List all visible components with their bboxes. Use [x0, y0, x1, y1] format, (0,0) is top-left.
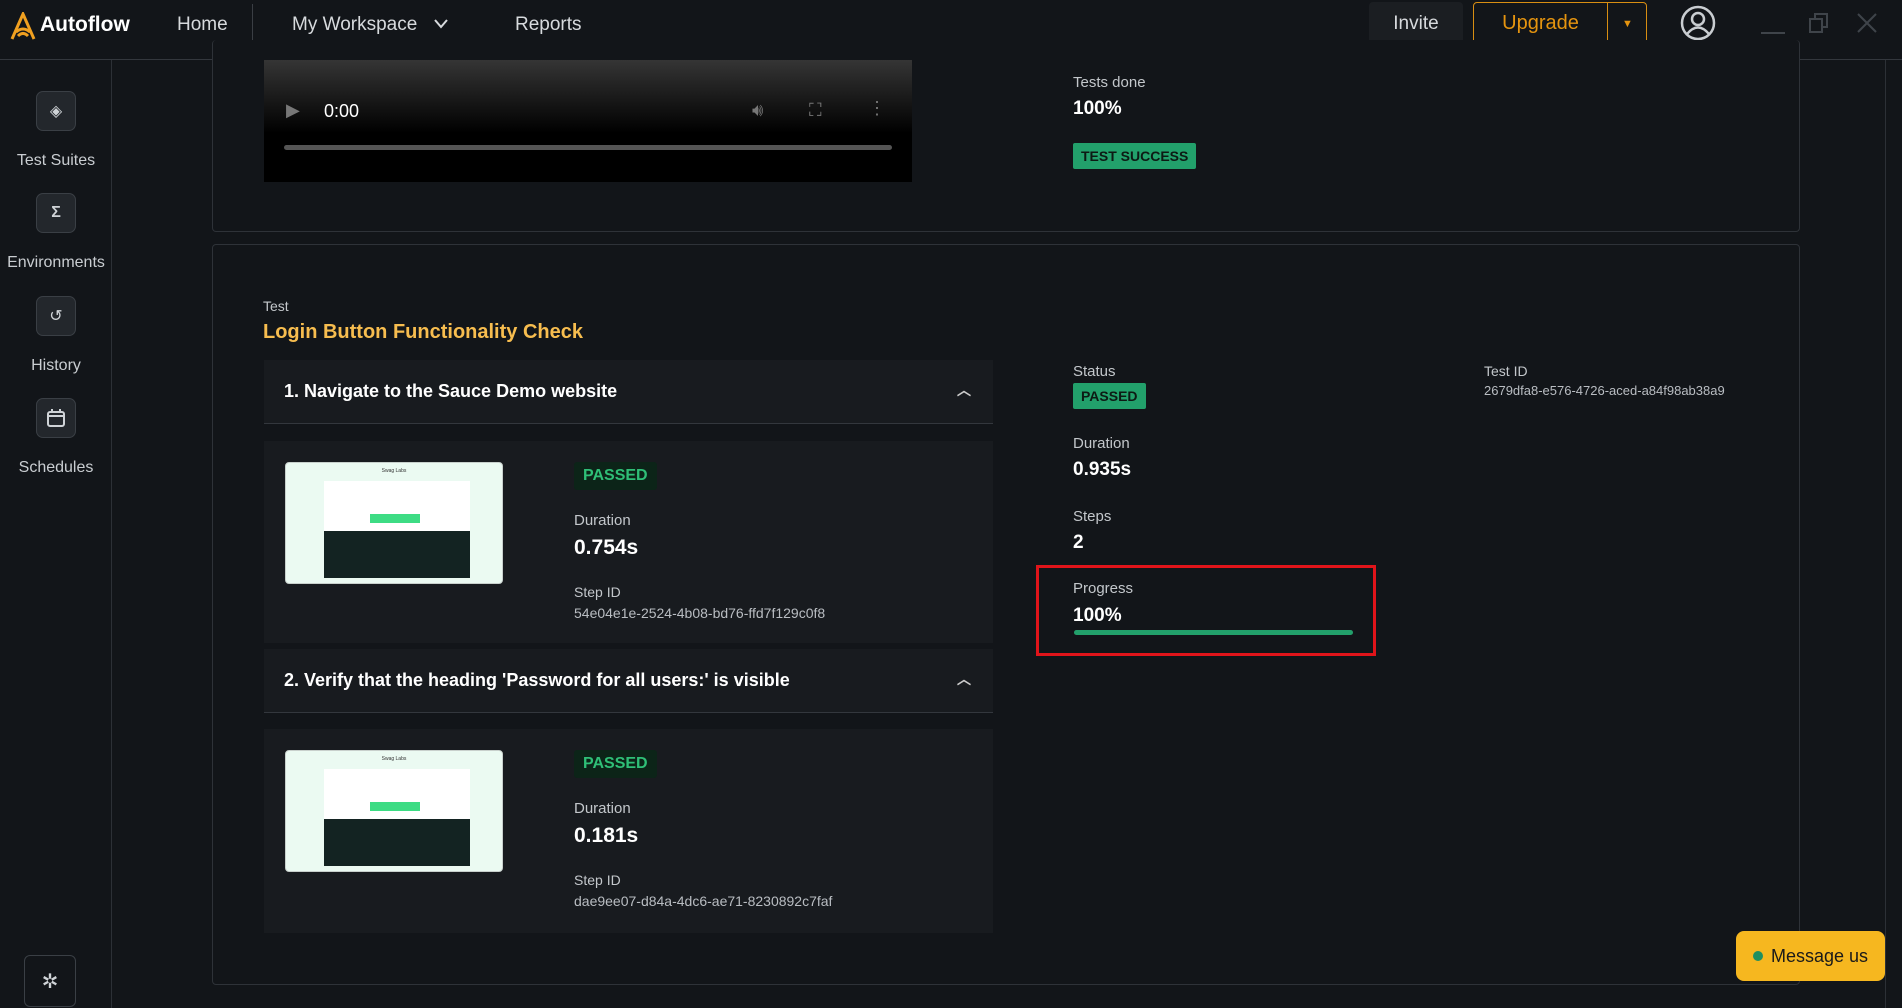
- bug-report-button[interactable]: ✲: [24, 955, 76, 1007]
- invite-button[interactable]: Invite: [1369, 2, 1463, 45]
- upgrade-button[interactable]: Upgrade: [1474, 3, 1608, 44]
- tests-done-value: 100%: [1073, 98, 1122, 119]
- more-options-icon[interactable]: ⋮: [868, 98, 886, 119]
- sidebar-label: History: [31, 357, 81, 374]
- video-player[interactable]: ▶ 0:00 🔊︎ ⛶ ⋮: [264, 60, 912, 182]
- sidebar-label: Schedules: [18, 459, 94, 476]
- run-summary-card: ▶ 0:00 🔊︎ ⛶ ⋮ Tests done 100% TEST SUCCE…: [212, 40, 1800, 232]
- tests-done-label: Tests done: [1073, 74, 1146, 91]
- step-body-2: Swag Labs PASSED Duration 0.181s Step ID…: [264, 729, 993, 933]
- status-badge: PASSED: [1073, 383, 1146, 409]
- restore-icon[interactable]: [1808, 12, 1830, 34]
- video-time: 0:00: [324, 101, 360, 121]
- upgrade-dropdown-caret-icon[interactable]: ▼: [1608, 3, 1647, 44]
- steps-value: 2: [1073, 532, 1084, 553]
- step-duration-value: 0.181s: [574, 824, 639, 847]
- step-body-1: Swag Labs PASSED Duration 0.754s Step ID…: [264, 441, 993, 643]
- minimize-icon[interactable]: [1761, 32, 1785, 34]
- app-name: Autoflow: [40, 13, 130, 36]
- message-us-label: Message us: [1770, 945, 1869, 966]
- scrollbar[interactable]: [1885, 60, 1902, 1008]
- bug-icon: ✲: [41, 970, 59, 993]
- sidebar-label: Test Suites: [16, 152, 96, 169]
- nav-workspace[interactable]: My Workspace: [292, 14, 417, 36]
- step-id-label: Step ID: [574, 872, 621, 888]
- upgrade-button-group: Upgrade ▼: [1473, 2, 1647, 45]
- step-id-value: dae9ee07-d84a-4dc6-ae71-8230892c7faf: [574, 893, 833, 909]
- test-id-label: Test ID: [1484, 363, 1528, 379]
- autoflow-logo-icon: [10, 12, 36, 40]
- duration-value: 0.935s: [1073, 459, 1132, 480]
- test-label: Test: [263, 298, 289, 314]
- sidebar: ◈ Test Suites Σ Environments ↺ History S…: [0, 60, 112, 1008]
- user-avatar-icon[interactable]: [1680, 5, 1716, 41]
- step-title: 2. Verify that the heading 'Password for…: [284, 670, 790, 690]
- layers-icon: ◈: [36, 91, 76, 131]
- step-id-value: 54e04e1e-2524-4b08-bd76-ffd7f129c0f8: [574, 605, 826, 621]
- online-dot-icon: [1752, 951, 1763, 961]
- video-progress-slider[interactable]: [284, 145, 892, 150]
- sidebar-item-environments[interactable]: Σ Environments: [0, 193, 112, 272]
- nav-home[interactable]: Home: [177, 14, 228, 36]
- steps-label: Steps: [1073, 508, 1112, 525]
- sidebar-item-schedules[interactable]: Schedules: [0, 398, 112, 477]
- test-success-badge: TEST SUCCESS: [1073, 143, 1197, 169]
- thumbnail-site-title: Swag Labs: [381, 756, 407, 762]
- status-label: Status: [1073, 363, 1116, 380]
- test-id-value: 2679dfa8-e576-4726-aced-a84f98ab38a9: [1484, 383, 1725, 398]
- step-duration-value: 0.754s: [574, 536, 639, 559]
- play-icon[interactable]: ▶: [286, 100, 300, 121]
- step-header-1[interactable]: 1. Navigate to the Sauce Demo website ︿: [264, 360, 993, 424]
- sidebar-label: Environments: [7, 254, 105, 271]
- step-status-badge: PASSED: [574, 462, 657, 490]
- sidebar-item-test-suites[interactable]: ◈ Test Suites: [0, 91, 112, 170]
- step-screenshot-thumbnail[interactable]: Swag Labs: [285, 750, 503, 872]
- step-title: 1. Navigate to the Sauce Demo website: [284, 381, 618, 401]
- step-duration-label: Duration: [574, 800, 631, 817]
- nav-reports[interactable]: Reports: [515, 14, 582, 36]
- step-header-2[interactable]: 2. Verify that the heading 'Password for…: [264, 649, 993, 713]
- test-title: Login Button Functionality Check: [263, 321, 583, 343]
- chevron-up-icon[interactable]: ︿: [957, 380, 971, 400]
- fullscreen-icon[interactable]: ⛶: [809, 100, 822, 121]
- close-window-icon[interactable]: [1856, 12, 1878, 34]
- history-icon: ↺: [36, 296, 76, 336]
- step-status-badge: PASSED: [574, 750, 657, 778]
- sigma-icon: Σ: [36, 193, 76, 233]
- thumbnail-site-title: Swag Labs: [381, 468, 407, 474]
- step-duration-label: Duration: [574, 512, 631, 529]
- chevron-up-icon[interactable]: ︿: [957, 669, 971, 689]
- chevron-down-icon[interactable]: [433, 18, 449, 30]
- step-screenshot-thumbnail[interactable]: Swag Labs: [285, 462, 503, 584]
- volume-icon[interactable]: 🔊︎: [752, 100, 763, 121]
- step-id-label: Step ID: [574, 584, 621, 600]
- message-us-button[interactable]: Message us: [1736, 931, 1885, 981]
- sidebar-item-history[interactable]: ↺ History: [0, 296, 112, 375]
- duration-label: Duration: [1073, 435, 1130, 452]
- calendar-icon: [36, 398, 76, 438]
- highlight-box: [1036, 565, 1376, 656]
- nav-divider: [252, 4, 253, 44]
- test-detail-card: Test Login Button Functionality Check 1.…: [212, 244, 1800, 985]
